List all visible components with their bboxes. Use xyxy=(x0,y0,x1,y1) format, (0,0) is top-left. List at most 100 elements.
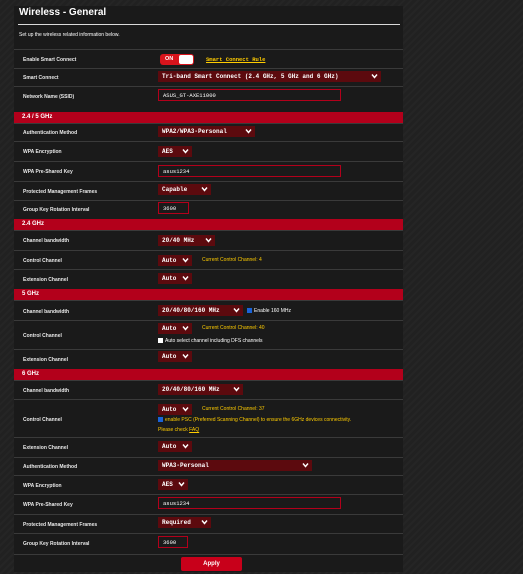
title-divider xyxy=(18,24,400,25)
extension-channel-label: Extension Channel xyxy=(23,445,69,451)
pmf-label: Protected Management Frames xyxy=(23,189,98,195)
extension-channel-label: Extension Channel xyxy=(23,277,69,283)
chevron-down-icon xyxy=(245,129,252,134)
wpa-encryption-6-value: AES xyxy=(162,481,173,488)
section-5ghz-title: 5 GHz xyxy=(22,291,40,297)
chevron-down-icon xyxy=(178,482,185,487)
control-channel-5-select[interactable]: Auto xyxy=(158,323,192,334)
chevron-down-icon xyxy=(233,387,240,392)
psc-help: Please check FAQ xyxy=(158,427,199,433)
auth-method-6-value: WPA3-Personal xyxy=(162,462,209,469)
extension-channel-6-select[interactable]: Auto xyxy=(158,441,192,452)
auth-method-6-select[interactable]: WPA3-Personal xyxy=(158,460,312,471)
dfs-checkbox[interactable]: Auto select channel including DFS channe… xyxy=(158,338,263,344)
row-gkri-24-5: Group Key Rotation Interval xyxy=(14,200,403,219)
section-24ghz-title: 2.4 GHz xyxy=(22,221,45,227)
smart-connect-mode-select[interactable]: Tri-band Smart Connect (2.4 GHz, 5 GHz a… xyxy=(158,71,381,82)
current-channel-6-note: Current Control Channel: 37 xyxy=(202,406,265,412)
pmf-6-select[interactable]: Required xyxy=(158,517,211,528)
checkbox-unchecked-icon xyxy=(158,338,163,343)
control-channel-6-value: Auto xyxy=(162,406,177,413)
chevron-down-icon xyxy=(182,149,189,154)
psc-label: enable PSC (Preferred Scanning Channel) … xyxy=(165,417,352,423)
wpa-encryption-6-select[interactable]: AES xyxy=(158,479,188,490)
control-channel-label: Control Channel xyxy=(23,258,62,264)
control-channel-5-value: Auto xyxy=(162,325,177,332)
checkbox-checked-icon xyxy=(247,308,252,313)
smart-connect-toggle[interactable]: ON xyxy=(160,54,194,65)
wpa-encryption-select[interactable]: AES xyxy=(158,146,192,157)
channel-bandwidth-label: Channel bandwidth xyxy=(23,238,70,244)
control-channel-6-select[interactable]: Auto xyxy=(158,404,192,415)
row-ext-6: Extension Channel xyxy=(14,437,403,458)
current-channel-24-note: Current Control Channel: 4 xyxy=(202,257,262,263)
extension-channel-6-value: Auto xyxy=(162,443,177,450)
faq-link[interactable]: FAQ xyxy=(189,427,199,433)
channel-bandwidth-label: Channel bandwidth xyxy=(23,309,70,315)
bandwidth-6-select[interactable]: 20/40/80/160 MHz xyxy=(158,384,243,395)
apply-button[interactable]: Apply xyxy=(181,557,242,571)
section-24-5ghz: 2.4 / 5 GHz xyxy=(14,112,403,123)
section-6ghz: 6 GHz xyxy=(14,369,403,380)
auth-method-label: Authentication Method xyxy=(23,130,78,136)
enable-160-checkbox[interactable]: Enable 160 MHz xyxy=(247,308,291,314)
psk-label: WPA Pre-Shared Key xyxy=(23,169,73,175)
smart-connect-label: Enable Smart Connect xyxy=(23,57,77,63)
row-ext-5: Extension Channel xyxy=(14,349,403,369)
smart-connect-rule-link[interactable]: Smart Connect Rule xyxy=(206,56,265,63)
pmf-select[interactable]: Capable xyxy=(158,184,211,195)
gkri-input[interactable]: 3600 xyxy=(158,202,189,214)
chevron-down-icon xyxy=(201,187,208,192)
page-title: Wireless - General xyxy=(19,7,107,18)
wpa-encryption-label: WPA Encryption xyxy=(23,483,62,489)
extension-channel-24-value: Auto xyxy=(162,275,177,282)
page: Wireless - General Set up the wireless r… xyxy=(0,0,523,574)
wpa-encryption-value: AES xyxy=(162,148,173,155)
gkri-label: Group Key Rotation Interval xyxy=(23,207,90,213)
pmf-6-value: Required xyxy=(162,519,191,526)
extension-channel-5-select[interactable]: Auto xyxy=(158,351,192,362)
extension-channel-24-select[interactable]: Auto xyxy=(158,273,192,284)
wpa-encryption-label: WPA Encryption xyxy=(23,149,62,155)
chevron-down-icon xyxy=(182,258,189,263)
bandwidth-5-select[interactable]: 20/40/80/160 MHz xyxy=(158,305,243,316)
auth-method-label: Authentication Method xyxy=(23,464,78,470)
ssid-input[interactable]: ASUS_GT-AXE11000 xyxy=(158,89,341,101)
chevron-down-icon xyxy=(182,444,189,449)
psc-checkbox[interactable]: enable PSC (Preferred Scanning Channel) … xyxy=(158,417,351,423)
section-5ghz: 5 GHz xyxy=(14,289,403,300)
channel-bandwidth-label: Channel bandwidth xyxy=(23,388,70,394)
chevron-down-icon xyxy=(302,463,309,468)
row-enc-24-5: WPA Encryption xyxy=(14,141,403,162)
chevron-down-icon xyxy=(205,238,212,243)
bandwidth-5-value: 20/40/80/160 MHz xyxy=(162,307,220,314)
smart-connect-mode-value: Tri-band Smart Connect (2.4 GHz, 5 GHz a… xyxy=(162,73,339,80)
extension-channel-5-value: Auto xyxy=(162,353,177,360)
row-enc-6: WPA Encryption xyxy=(14,475,403,495)
enable-160-label: Enable 160 MHz xyxy=(254,308,291,314)
bandwidth-6-value: 20/40/80/160 MHz xyxy=(162,386,220,393)
pmf-value: Capable xyxy=(162,186,188,193)
bandwidth-24-select[interactable]: 20/40 MHz xyxy=(158,235,215,246)
psc-check-text: Please check xyxy=(158,427,188,433)
chevron-down-icon xyxy=(182,276,189,281)
extension-channel-label: Extension Channel xyxy=(23,357,69,363)
section-24ghz: 2.4 GHz xyxy=(14,219,403,230)
control-channel-label: Control Channel xyxy=(23,333,62,339)
chevron-down-icon xyxy=(371,74,378,79)
chevron-down-icon xyxy=(233,308,240,313)
section-24-5ghz-title: 2.4 / 5 GHz xyxy=(22,114,53,120)
checkbox-checked-icon xyxy=(158,417,163,422)
gkri-6-input[interactable]: 3600 xyxy=(158,536,188,548)
psk-input[interactable]: asus1234 xyxy=(158,165,341,177)
auth-method-select[interactable]: WPA2/WPA3-Personal xyxy=(158,126,255,137)
chevron-down-icon xyxy=(182,326,189,331)
control-channel-label: Control Channel xyxy=(23,417,62,423)
row-gkri-6: Group Key Rotation Interval xyxy=(14,533,403,555)
control-channel-24-select[interactable]: Auto xyxy=(158,255,192,266)
toggle-knob xyxy=(179,55,193,64)
pmf-label: Protected Management Frames xyxy=(23,522,98,528)
ssid-label: Network Name (SSID) xyxy=(23,94,75,100)
psk-6-input[interactable]: asus1234 xyxy=(158,497,341,509)
chevron-down-icon xyxy=(201,520,208,525)
